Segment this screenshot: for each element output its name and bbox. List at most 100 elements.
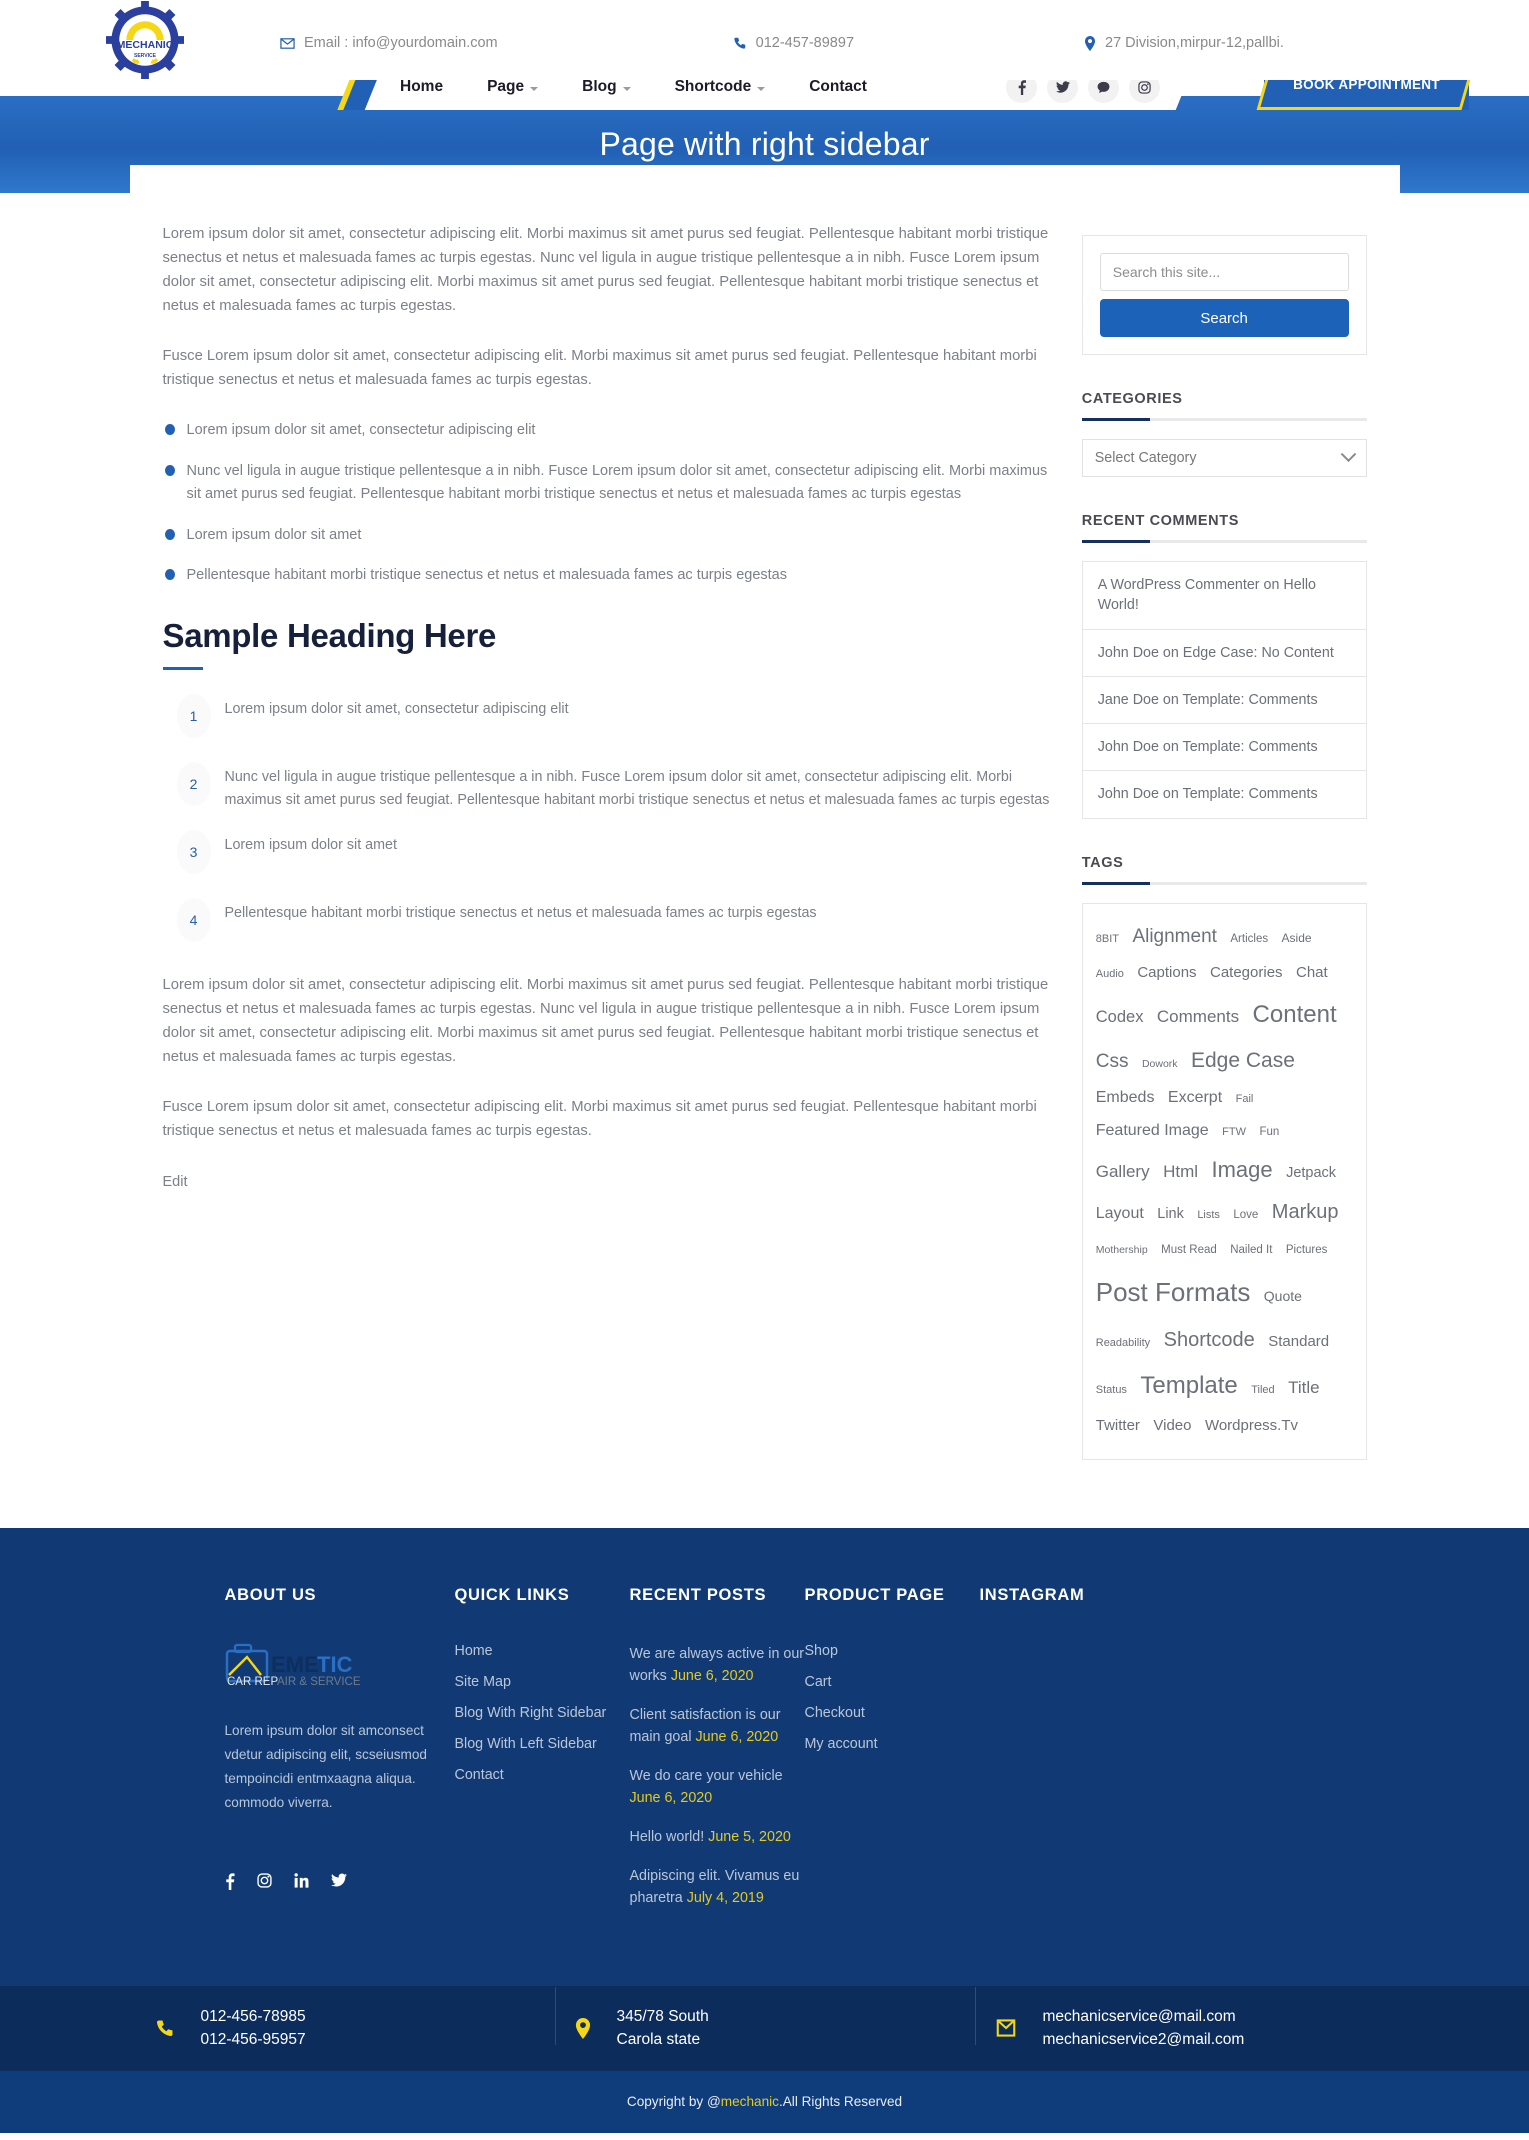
tag-link[interactable]: Template: [1140, 1372, 1237, 1399]
footer-contact-strip: 012-456-78985 012-456-95957 345/78 South…: [0, 1985, 1529, 2071]
footer-about-title: ABOUT US: [224, 1585, 317, 1604]
list-item: Lorem ipsum dolor sit amet, consectetur …: [163, 419, 1052, 442]
footer-recent-post[interactable]: Client satisfaction is our main goal Jun…: [630, 1704, 805, 1749]
facebook-icon[interactable]: [225, 1873, 235, 1891]
tag-link[interactable]: Layout: [1096, 1205, 1144, 1222]
list-item[interactable]: Checkout: [805, 1705, 980, 1721]
footer-recent-post[interactable]: Adipiscing elit. Vivamus eu pharetra Jul…: [630, 1865, 805, 1910]
footer-instagram-column: INSTAGRAM: [980, 1586, 1240, 1926]
copyright-post: .All Rights Reserved: [778, 2094, 903, 2110]
list-item[interactable]: Cart: [805, 1674, 980, 1690]
recent-comments-list: A WordPress Commenter on Hello World! Jo…: [1081, 561, 1367, 819]
footer-recent-post-date: July 4, 2019: [686, 1890, 764, 1907]
tag-link[interactable]: Jetpack: [1286, 1165, 1336, 1181]
footer-recent-post-date: June 6, 2020: [629, 1790, 713, 1807]
tag-link[interactable]: Fun: [1259, 1126, 1279, 1138]
tag-link[interactable]: FTW: [1222, 1126, 1246, 1138]
tag-link[interactable]: Dowork: [1142, 1058, 1178, 1070]
tag-link[interactable]: Alignment: [1132, 926, 1217, 947]
tag-link[interactable]: 8BIT: [1096, 933, 1119, 945]
nav-item-home[interactable]: Home: [400, 78, 465, 96]
tag-link[interactable]: Standard: [1268, 1333, 1329, 1350]
tag-link[interactable]: Fail: [1236, 1093, 1254, 1105]
list-item[interactable]: Site Map: [455, 1674, 630, 1690]
tag-link[interactable]: Aside: [1282, 931, 1312, 945]
footer-recent-post-title: Hello world!: [629, 1828, 709, 1845]
tag-link[interactable]: Gallery: [1096, 1162, 1150, 1181]
tag-link[interactable]: Twitter: [1096, 1417, 1140, 1434]
header-phone[interactable]: 012-457-89897: [733, 35, 854, 51]
search-button[interactable]: Search: [1099, 299, 1349, 337]
intro-paragraph-2: Fusce Lorem ipsum dolor sit amet, consec…: [162, 347, 1037, 388]
tag-link[interactable]: Tiled: [1251, 1384, 1274, 1396]
tag-link[interactable]: Video: [1153, 1417, 1191, 1434]
nav-item-blog[interactable]: Blog: [560, 78, 652, 96]
list-item[interactable]: Home: [455, 1643, 630, 1659]
edit-link[interactable]: Edit: [163, 1174, 188, 1190]
nav-item-shortcode[interactable]: Shortcode: [653, 78, 788, 96]
tag-link[interactable]: Comments: [1157, 1007, 1239, 1026]
tag-link[interactable]: Love: [1233, 1209, 1258, 1221]
list-item[interactable]: Jane Doe on Template: Comments: [1082, 677, 1366, 725]
tag-link[interactable]: Shortcode: [1164, 1329, 1255, 1351]
list-item[interactable]: Shop: [805, 1643, 980, 1659]
tag-link[interactable]: Edge Case: [1191, 1049, 1295, 1072]
list-item[interactable]: John Doe on Edge Case: No Content: [1082, 630, 1366, 677]
header-email[interactable]: Email : info@yourdomain.com: [280, 35, 498, 51]
tag-link[interactable]: Link: [1157, 1206, 1184, 1222]
tag-link[interactable]: Codex: [1096, 1008, 1144, 1026]
nav-item-contact[interactable]: Contact: [787, 78, 889, 96]
tag-link[interactable]: Articles: [1230, 933, 1268, 945]
contact-phone[interactable]: 012-456-78985 012-456-95957: [135, 2005, 555, 2052]
tag-link[interactable]: Mothership: [1096, 1244, 1148, 1256]
list-item[interactable]: John Doe on Template: Comments: [1082, 724, 1366, 772]
tag-link[interactable]: Image: [1211, 1157, 1272, 1182]
tag-link[interactable]: Css: [1096, 1051, 1129, 1072]
tag-link[interactable]: Audio: [1096, 968, 1124, 980]
tag-link[interactable]: Captions: [1137, 964, 1196, 981]
tag-link[interactable]: Markup: [1272, 1201, 1339, 1223]
svg-text:AIR & SERVICE: AIR & SERVICE: [277, 1676, 361, 1688]
tag-link[interactable]: Embeds: [1096, 1089, 1155, 1106]
tag-link[interactable]: Post Formats: [1096, 1277, 1251, 1307]
tag-link[interactable]: Pictures: [1286, 1244, 1328, 1256]
list-item[interactable]: A WordPress Commenter on Hello World!: [1082, 562, 1366, 630]
tag-link[interactable]: Featured Image: [1096, 1122, 1209, 1139]
search-input[interactable]: [1099, 253, 1349, 291]
twitter-icon[interactable]: [330, 1873, 347, 1890]
tag-link[interactable]: Excerpt: [1168, 1089, 1222, 1106]
footer-recent-post[interactable]: Hello world! June 5, 2020: [630, 1826, 805, 1849]
instagram-icon[interactable]: [256, 1873, 272, 1890]
tag-link[interactable]: Status: [1096, 1384, 1127, 1396]
contact-phone-line1: 012-456-78985: [200, 2007, 306, 2025]
tag-link[interactable]: Title: [1288, 1378, 1320, 1397]
tag-link[interactable]: Chat: [1296, 964, 1328, 981]
nav-item-page[interactable]: Page: [465, 78, 560, 96]
site-logo[interactable]: MECHANIC SERVICE: [0, 1, 260, 79]
list-item[interactable]: Contact: [455, 1767, 630, 1783]
contact-email[interactable]: mechanicservice@mail.com mechanicservice…: [974, 1987, 1395, 2052]
tag-link[interactable]: Lists: [1197, 1209, 1220, 1221]
tag-link[interactable]: Categories: [1210, 964, 1283, 981]
footer-recent-posts-list: We are always active in our works June 6…: [630, 1643, 805, 1910]
footer-recent-post[interactable]: We are always active in our works June 6…: [630, 1643, 805, 1688]
footer-recent-post[interactable]: We do care your vehicle June 6, 2020: [630, 1765, 805, 1810]
list-item[interactable]: Blog With Right Sidebar: [455, 1705, 630, 1721]
list-item[interactable]: My account: [805, 1736, 980, 1752]
tag-link[interactable]: Quote: [1264, 1288, 1302, 1304]
linkedin-icon[interactable]: [293, 1873, 309, 1890]
list-item[interactable]: Blog With Left Sidebar: [455, 1736, 630, 1752]
list-item-text: Lorem ipsum dolor sit amet: [224, 837, 397, 854]
header-address-text: 27 Division,mirpur-12,pallbi.: [1105, 35, 1284, 51]
copyright-brand[interactable]: mechanic: [721, 2094, 779, 2109]
tag-link[interactable]: Readability: [1096, 1337, 1150, 1349]
list-item[interactable]: John Doe on Template: Comments: [1082, 771, 1366, 819]
category-select[interactable]: Select Category: [1081, 439, 1367, 477]
contact-address[interactable]: 345/78 South Carola state: [554, 1987, 975, 2052]
tag-link[interactable]: Content: [1253, 1001, 1337, 1028]
tag-link[interactable]: Nailed It: [1230, 1244, 1272, 1256]
tag-link[interactable]: Html: [1163, 1162, 1198, 1181]
tag-link[interactable]: Wordpress.Tv: [1205, 1417, 1298, 1434]
tag-link[interactable]: Must Read: [1161, 1244, 1217, 1256]
header-address[interactable]: 27 Division,mirpur-12,pallbi.: [1084, 35, 1284, 51]
